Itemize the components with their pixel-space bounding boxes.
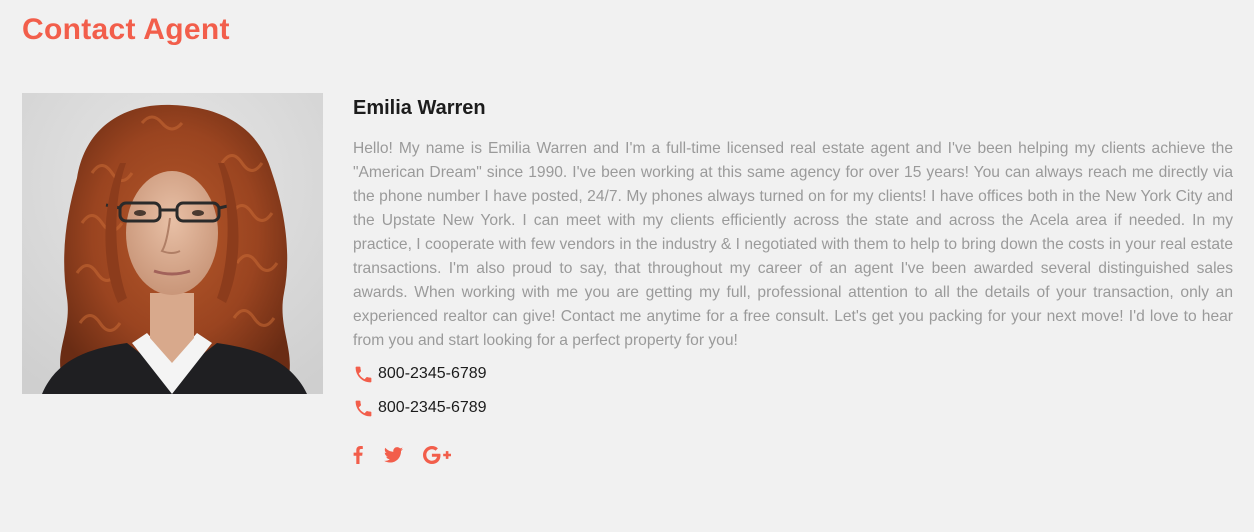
google-plus-link[interactable] xyxy=(423,443,451,467)
contact-agent-section: Contact Agent Emilia Warren Hello! My na… xyxy=(0,0,1254,532)
social-links xyxy=(353,443,1233,467)
agent-bio: Hello! My name is Emilia Warren and I'm … xyxy=(353,140,1233,349)
google-plus-icon xyxy=(423,446,451,464)
phone-number[interactable]: 800-2345-6789 xyxy=(378,365,487,383)
phone-row[interactable]: 800-2345-6789 xyxy=(353,362,1233,386)
twitter-link[interactable] xyxy=(383,443,403,467)
facebook-link[interactable] xyxy=(353,443,363,467)
agent-portrait-image xyxy=(22,93,323,394)
agent-photo xyxy=(22,93,323,394)
phone-row[interactable]: 800-2345-6789 xyxy=(353,396,1233,420)
agent-info: Emilia Warren Hello! My name is Emilia W… xyxy=(353,93,1233,467)
phone-icon xyxy=(353,398,374,419)
facebook-icon xyxy=(353,446,363,464)
agent-name: Emilia Warren xyxy=(353,97,486,119)
phone-number[interactable]: 800-2345-6789 xyxy=(378,399,487,417)
phone-icon xyxy=(353,364,374,385)
section-title: Contact Agent xyxy=(22,13,230,46)
twitter-icon xyxy=(383,447,403,463)
